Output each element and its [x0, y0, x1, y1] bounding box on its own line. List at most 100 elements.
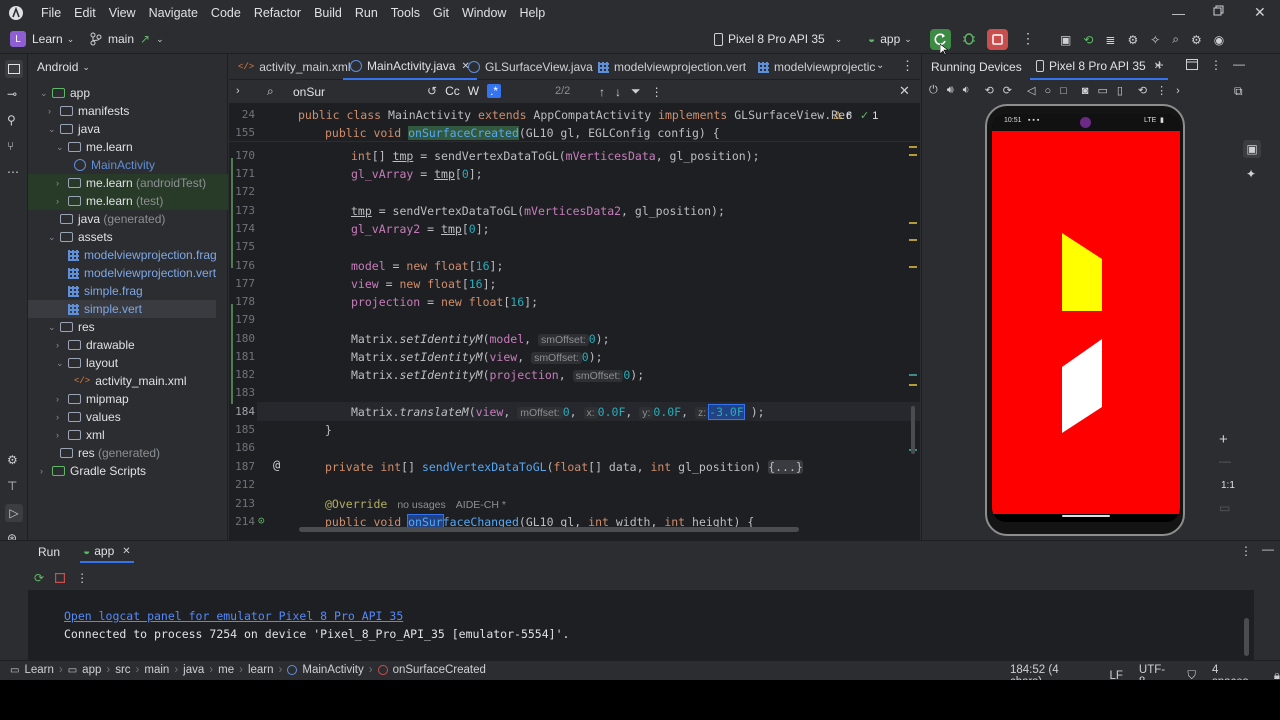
layout-icon[interactable] [1186, 59, 1198, 70]
tree-item-layout[interactable]: ⌄ layout [28, 354, 228, 372]
close-tab-icon[interactable]: ✕ [122, 546, 130, 557]
breadcrumb-item[interactable]: java [183, 664, 204, 676]
tabs-overflow-chevron-icon[interactable]: ⌄ [876, 60, 884, 71]
menu-file[interactable]: File [41, 6, 61, 20]
tree-item-activity-main-xml[interactable]: </> activity_main.xml [28, 372, 228, 390]
tree-item-me-learn-test[interactable]: › me.learn (test) [28, 192, 228, 210]
menu-build[interactable]: Build [314, 6, 342, 20]
folding-icon[interactable]: ▯ [1117, 84, 1123, 97]
tree-item-mipmap[interactable]: › mipmap [28, 390, 228, 408]
branch-selector[interactable]: main ↗ ⌄ [90, 32, 164, 46]
run-tool-icon[interactable]: ▷ [5, 504, 23, 522]
debug-bug-icon[interactable] [962, 31, 976, 45]
gradle-icon[interactable]: ≣ [1105, 33, 1115, 47]
run-console[interactable]: Open logcat panel for emulator Pixel 8 P… [28, 590, 1254, 660]
pull-requests-icon[interactable]: ⑂ [7, 139, 14, 153]
tree-item-java-generated[interactable]: java (generated) [28, 210, 228, 228]
tree-item-simple-vert[interactable]: simple.vert [28, 300, 216, 318]
tree-item-me-learn[interactable]: ⌄ me.learn [28, 138, 228, 156]
rotate-right-icon[interactable]: ⟳ [1003, 84, 1012, 97]
find-input[interactable]: onSur [293, 85, 325, 99]
ai-sparkle-icon[interactable]: ✦ [1246, 167, 1256, 181]
menu-run[interactable]: Run [355, 6, 378, 20]
device-tab[interactable]: Pixel 8 Pro API 35 ✕ [1030, 54, 1169, 80]
match-case-toggle[interactable]: Cc [445, 84, 460, 98]
open-logcat-link[interactable]: Open logcat panel for emulator Pixel 8 P… [64, 609, 403, 623]
status-lock-icon[interactable]: 🔒︎ [1274, 670, 1280, 681]
more-vertical-icon[interactable]: ⋮ [901, 58, 914, 74]
tree-item-manifests[interactable]: › manifests [28, 102, 228, 120]
more-tools-icon[interactable]: ⋯ [7, 165, 19, 179]
project-view-selector[interactable]: Android ⌄ [37, 60, 90, 74]
stop-square-icon[interactable] [55, 573, 66, 583]
screen-record-icon[interactable]: ▭ [1097, 84, 1107, 97]
add-device-icon[interactable]: + [1155, 57, 1164, 74]
regex-history-icon[interactable]: ↺ [427, 84, 437, 98]
implementation-at-icon[interactable]: @ [273, 458, 280, 472]
home-icon[interactable]: ○ [1044, 85, 1051, 97]
horizontal-scrollbar-thumb[interactable] [299, 527, 799, 532]
snapshot-icon[interactable]: ⟲ [1138, 84, 1147, 97]
override-marker-icon[interactable]: ⊙ [258, 514, 265, 527]
rotate-left-icon[interactable]: ⟲ [985, 84, 994, 97]
breadcrumb-item[interactable]: onSurfaceCreated [393, 664, 486, 676]
breadcrumb-item[interactable]: MainActivity [302, 664, 363, 676]
expand-toolbar-icon[interactable]: › [1176, 85, 1180, 97]
project-tool-icon[interactable] [5, 60, 23, 78]
next-match-icon[interactable]: ↓ [615, 85, 621, 99]
regex-toggle[interactable]: .* [487, 84, 502, 98]
more-vertical-icon[interactable]: ⋮ [1210, 58, 1222, 72]
device-selector[interactable]: Pixel 8 Pro API 35 ⌄ [714, 32, 842, 46]
breadcrumb-item[interactable]: main [144, 664, 169, 676]
breadcrumb-item[interactable]: app [82, 664, 101, 676]
ai-assistant-icon[interactable]: ✧ [1150, 33, 1160, 47]
menu-window[interactable]: Window [462, 6, 506, 20]
profiler-icon[interactable]: ⚙ [1127, 33, 1138, 47]
tree-item-drawable[interactable]: › drawable [28, 336, 228, 354]
minimize-panel-icon[interactable]: — [1233, 57, 1245, 71]
tree-item-simple-frag[interactable]: simple.frag [28, 282, 228, 300]
account-icon[interactable]: ◉ [1214, 33, 1224, 47]
file-encoding[interactable]: UTF-8 [1139, 664, 1171, 680]
debug-tool-icon[interactable]: ⚙ [7, 453, 18, 467]
tab-mainactivity-java[interactable]: MainActivity.java ✕ [343, 54, 477, 80]
tree-item-mvp-vert[interactable]: modelviewprojection.vert [28, 264, 228, 282]
breadcrumb-item[interactable]: learn [248, 664, 274, 676]
zoom-in-icon[interactable]: + [1219, 431, 1228, 448]
inspection-widget[interactable]: ⚠ 6 ✓ 1 [833, 109, 878, 123]
project-selector[interactable]: L Learn ⌄ [10, 31, 74, 47]
menu-edit[interactable]: Edit [74, 6, 96, 20]
vertical-scrollbar-thumb[interactable] [911, 406, 915, 454]
error-stripe[interactable] [907, 144, 919, 524]
menu-git[interactable]: Git [433, 6, 449, 20]
volume-down-icon[interactable]: 🔉︎ [963, 84, 970, 97]
volume-up-icon[interactable]: 🔊︎ [947, 84, 954, 97]
power-icon[interactable]: ⏻ [929, 84, 938, 97]
tree-item-mainactivity[interactable]: MainActivity [28, 156, 228, 174]
device-manager-icon[interactable]: ▣ [1060, 33, 1071, 47]
tree-item-java[interactable]: ⌄ java [28, 120, 228, 138]
more-vertical-icon[interactable]: ⋮ [76, 571, 88, 585]
more-vertical-icon[interactable]: ⋮ [1240, 544, 1252, 558]
running-devices-side-icon[interactable]: ▣ [1243, 140, 1261, 158]
more-vertical-icon[interactable]: ⋮ [651, 85, 663, 99]
more-vertical-icon[interactable]: ⋮ [1021, 30, 1035, 47]
menu-tools[interactable]: Tools [391, 6, 420, 20]
tree-item-res[interactable]: ⌄ res [28, 318, 228, 336]
rerun-icon[interactable]: ⟳ [34, 571, 44, 585]
line-separator[interactable]: LF [1109, 670, 1122, 680]
tab-mvp-vert[interactable]: modelviewprojection.vert [591, 54, 753, 80]
tree-item-gradle-scripts[interactable]: › Gradle Scripts [28, 462, 228, 480]
close-window-icon[interactable]: ✕ [1254, 4, 1266, 21]
words-toggle[interactable]: W [468, 84, 479, 98]
overview-icon[interactable]: □ [1060, 85, 1067, 97]
menu-help[interactable]: Help [519, 6, 545, 20]
menu-navigate[interactable]: Navigate [149, 6, 198, 20]
tab-glsurfaceview-java[interactable]: GLSurfaceView.java [461, 54, 600, 80]
search-icon[interactable]: ⌕ [1172, 32, 1179, 47]
zoom-1-1-button[interactable]: 1:1 [1221, 480, 1235, 491]
minimize-icon[interactable]: — [1172, 6, 1185, 21]
previous-match-icon[interactable]: ↑ [599, 85, 605, 99]
close-find-icon[interactable]: ✕ [899, 83, 910, 99]
breadcrumb-item[interactable]: me [218, 664, 234, 676]
